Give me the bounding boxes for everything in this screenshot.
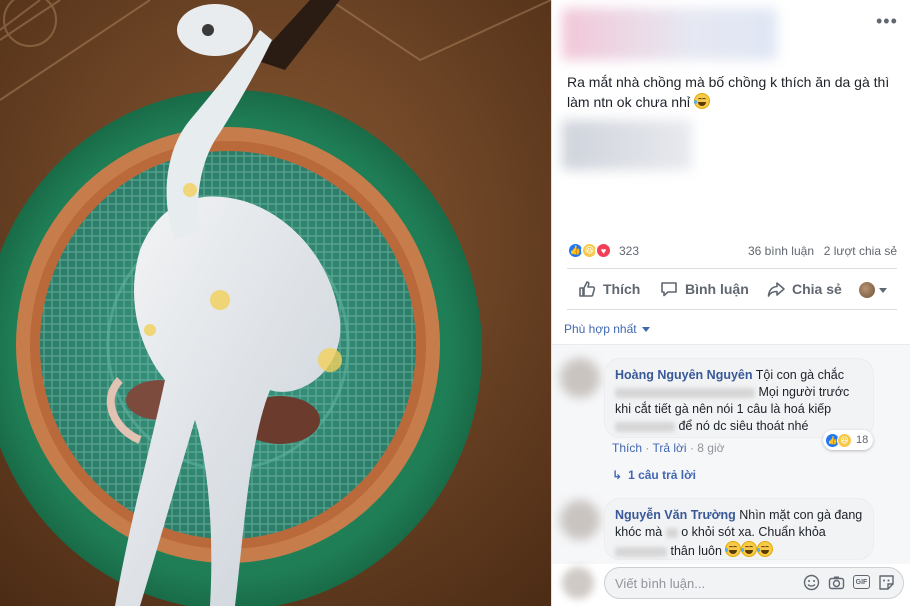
redacted-text bbox=[615, 387, 755, 398]
chicken-in-basket-image bbox=[0, 0, 551, 606]
shares-count[interactable]: 2 lượt chia sẻ bbox=[824, 244, 897, 258]
comment-author[interactable]: Hoàng Nguyên Nguyên bbox=[615, 368, 753, 382]
sort-label: Phù hợp nhất bbox=[564, 322, 637, 336]
separator: · bbox=[689, 441, 694, 455]
post-photo[interactable] bbox=[0, 0, 551, 606]
love-reaction-icon: ♥ bbox=[595, 242, 612, 259]
like-button[interactable]: Thích bbox=[577, 279, 640, 299]
comment-text-part: o khỏi sót xa. Chuẩn khỏa bbox=[681, 525, 826, 539]
comment-like-link[interactable]: Thích bbox=[612, 441, 642, 455]
comment-composer: GIF bbox=[604, 567, 904, 599]
replies-count-label: 1 câu trả lời bbox=[628, 468, 696, 482]
reaction-stats[interactable]: 👍 😆 ♥ 323 36 bình luận 2 lượt chia sẻ bbox=[567, 240, 897, 262]
redacted-text bbox=[665, 527, 678, 538]
laughing-emoji-icon bbox=[693, 93, 710, 109]
post-text: Ra mắt nhà chồng mà bố chồng k thích ăn … bbox=[567, 72, 897, 112]
post-action-bar: Thích Bình luận Chia sẻ bbox=[567, 268, 897, 310]
haha-reaction-icon: 😆 bbox=[837, 432, 852, 448]
comment-actions: Thích · Trả lời · 8 giờ bbox=[612, 441, 724, 455]
gif-icon[interactable]: GIF bbox=[853, 575, 870, 589]
comment-reactions[interactable]: 👍 😆 18 bbox=[823, 430, 874, 450]
laughing-emoji-icon bbox=[725, 541, 742, 557]
post-text-content: Ra mắt nhà chồng mà bố chồng k thích ăn … bbox=[567, 74, 890, 110]
more-options-icon[interactable]: ••• bbox=[876, 12, 898, 30]
hidden-content-blurred bbox=[562, 120, 692, 170]
share-button[interactable]: Chia sẻ bbox=[766, 279, 842, 299]
separator: · bbox=[645, 441, 650, 455]
share-button-label: Chia sẻ bbox=[792, 281, 842, 297]
comment-reply-link[interactable]: Trả lời bbox=[652, 441, 686, 455]
commenter-avatar[interactable] bbox=[560, 500, 600, 540]
author-header-blurred bbox=[562, 8, 777, 60]
comment-reaction-count: 18 bbox=[856, 434, 869, 446]
camera-icon[interactable] bbox=[828, 574, 845, 591]
reply-arrow-icon: ↳ bbox=[612, 468, 623, 482]
emoji-picker-icon[interactable] bbox=[803, 574, 820, 591]
reaction-count[interactable]: 323 bbox=[619, 244, 639, 258]
like-button-label: Thích bbox=[603, 281, 641, 297]
sticker-icon[interactable] bbox=[878, 574, 895, 591]
chevron-down-icon bbox=[641, 326, 650, 332]
comment-bubble: Nguyễn Văn Trường Nhìn mặt con gà đang k… bbox=[604, 498, 874, 560]
laughing-emoji-icon bbox=[757, 541, 774, 557]
comment-bubble: Hoàng Nguyên Nguyên Tội con gà chắc Mọi … bbox=[604, 358, 874, 438]
laughing-emoji-icon bbox=[741, 541, 758, 557]
chevron-down-icon bbox=[879, 287, 887, 293]
comment-text-part: để nó dc siêu thoát nhé bbox=[678, 419, 809, 433]
view-replies-link[interactable]: ↳ 1 câu trả lời bbox=[612, 468, 696, 482]
share-arrow-icon bbox=[767, 282, 785, 297]
comment-time[interactable]: 8 giờ bbox=[697, 441, 724, 455]
comment-bubble-icon bbox=[661, 282, 677, 297]
composer-avatar bbox=[562, 567, 594, 599]
comment-button[interactable]: Bình luận bbox=[659, 279, 749, 299]
comment-button-label: Bình luận bbox=[685, 281, 749, 297]
commenter-avatar[interactable] bbox=[560, 358, 600, 398]
comment-text-part: thân luôn bbox=[670, 544, 722, 558]
redacted-text bbox=[615, 421, 675, 432]
composer-tools: GIF bbox=[803, 574, 895, 591]
comment-sort-dropdown[interactable]: Phù hợp nhất bbox=[564, 322, 650, 336]
post-panel: ••• Ra mắt nhà chồng mà bố chồng k thích… bbox=[551, 0, 910, 606]
post-as-selector[interactable] bbox=[859, 282, 887, 298]
comment-text-part: Tội con gà chắc bbox=[755, 368, 845, 382]
thumbs-up-icon bbox=[579, 281, 596, 297]
redacted-text bbox=[615, 546, 667, 557]
user-avatar bbox=[859, 282, 875, 298]
comment-input[interactable] bbox=[615, 574, 785, 592]
comments-count[interactable]: 36 bình luận bbox=[748, 244, 814, 258]
comment-author[interactable]: Nguyễn Văn Trường bbox=[615, 508, 736, 522]
